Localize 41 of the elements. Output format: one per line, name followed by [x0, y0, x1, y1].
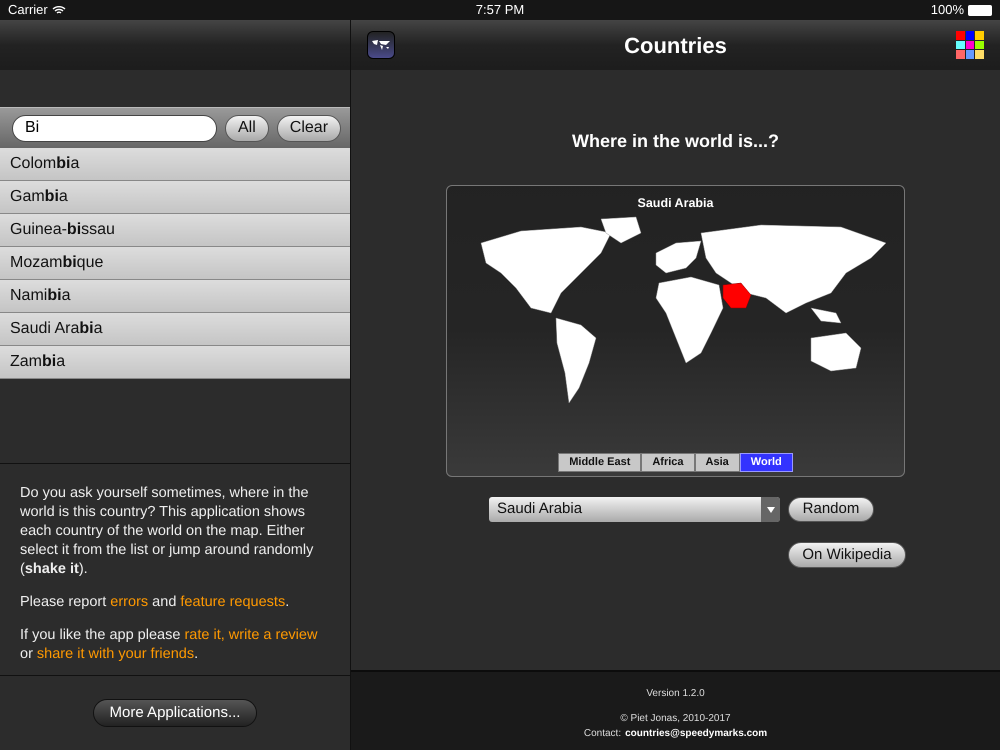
more-applications-button[interactable]: More Applications... — [92, 699, 258, 727]
text-link[interactable]: rate it, write a review — [184, 627, 318, 643]
country-dropdown[interactable]: Saudi Arabia — [489, 497, 780, 522]
wifi-icon — [52, 5, 66, 15]
contact-email-link[interactable]: countries@speedymarks.com — [625, 726, 768, 741]
map-caption: Saudi Arabia — [638, 195, 714, 212]
about-paragraph: Do you ask yourself sometimes, where in the world is this country? This application shows each country of the world on the map. Either select it from the list or jump around randomly (shake it). — [20, 484, 314, 579]
country-list-item[interactable]: Namibia — [0, 280, 350, 313]
about-paragraph: Please report errors and feature requests. — [20, 593, 290, 612]
search-action-button[interactable]: Clear — [276, 114, 342, 142]
carrier-label: Carrier — [8, 1, 48, 20]
battery-icon — [968, 4, 992, 16]
search-action-button[interactable]: All — [225, 114, 269, 142]
country-list-item[interactable]: Mozambique — [0, 247, 350, 280]
country-list-item[interactable]: Guinea-bissau — [0, 214, 350, 247]
copyright-label: © Piet Jonas, 2010-2017 — [620, 712, 731, 726]
text-link[interactable]: share it with your friends — [36, 646, 194, 662]
window-title: Countries — [624, 32, 727, 60]
version-label: Version 1.2.0 — [646, 687, 705, 701]
about-paragraph: If you like the app please rate it, write a review or share it with your friends. — [20, 626, 318, 664]
wikipedia-button[interactable]: On Wikipedia — [788, 542, 906, 568]
highlighted-country-shape — [722, 282, 751, 308]
globe-map-icon[interactable] — [367, 31, 395, 59]
region-tab[interactable]: Africa — [641, 452, 695, 472]
country-list-item[interactable]: Zambia — [0, 346, 350, 379]
region-tab[interactable]: World — [740, 452, 793, 472]
text-link[interactable]: errors — [110, 594, 148, 610]
clock-label: 7:57 PM — [474, 1, 526, 20]
region-tab[interactable]: Asia — [694, 452, 740, 472]
country-list-item[interactable]: Saudi Arabia — [0, 313, 350, 346]
caret-down-icon — [766, 506, 774, 512]
country-list-item[interactable]: Gambia — [0, 181, 350, 214]
question-heading: Where in the world is...? — [572, 130, 780, 153]
contact-label: Contact: — [584, 727, 622, 741]
search-field[interactable]: Bi — [12, 114, 217, 142]
country-list-item[interactable]: Colombia — [0, 148, 350, 181]
battery-label: 100% — [930, 1, 964, 20]
random-button[interactable]: Random — [788, 497, 874, 522]
text-link[interactable]: feature requests — [180, 594, 286, 610]
region-tab[interactable]: Middle East — [558, 452, 642, 472]
color-grid-icon[interactable] — [956, 31, 984, 59]
